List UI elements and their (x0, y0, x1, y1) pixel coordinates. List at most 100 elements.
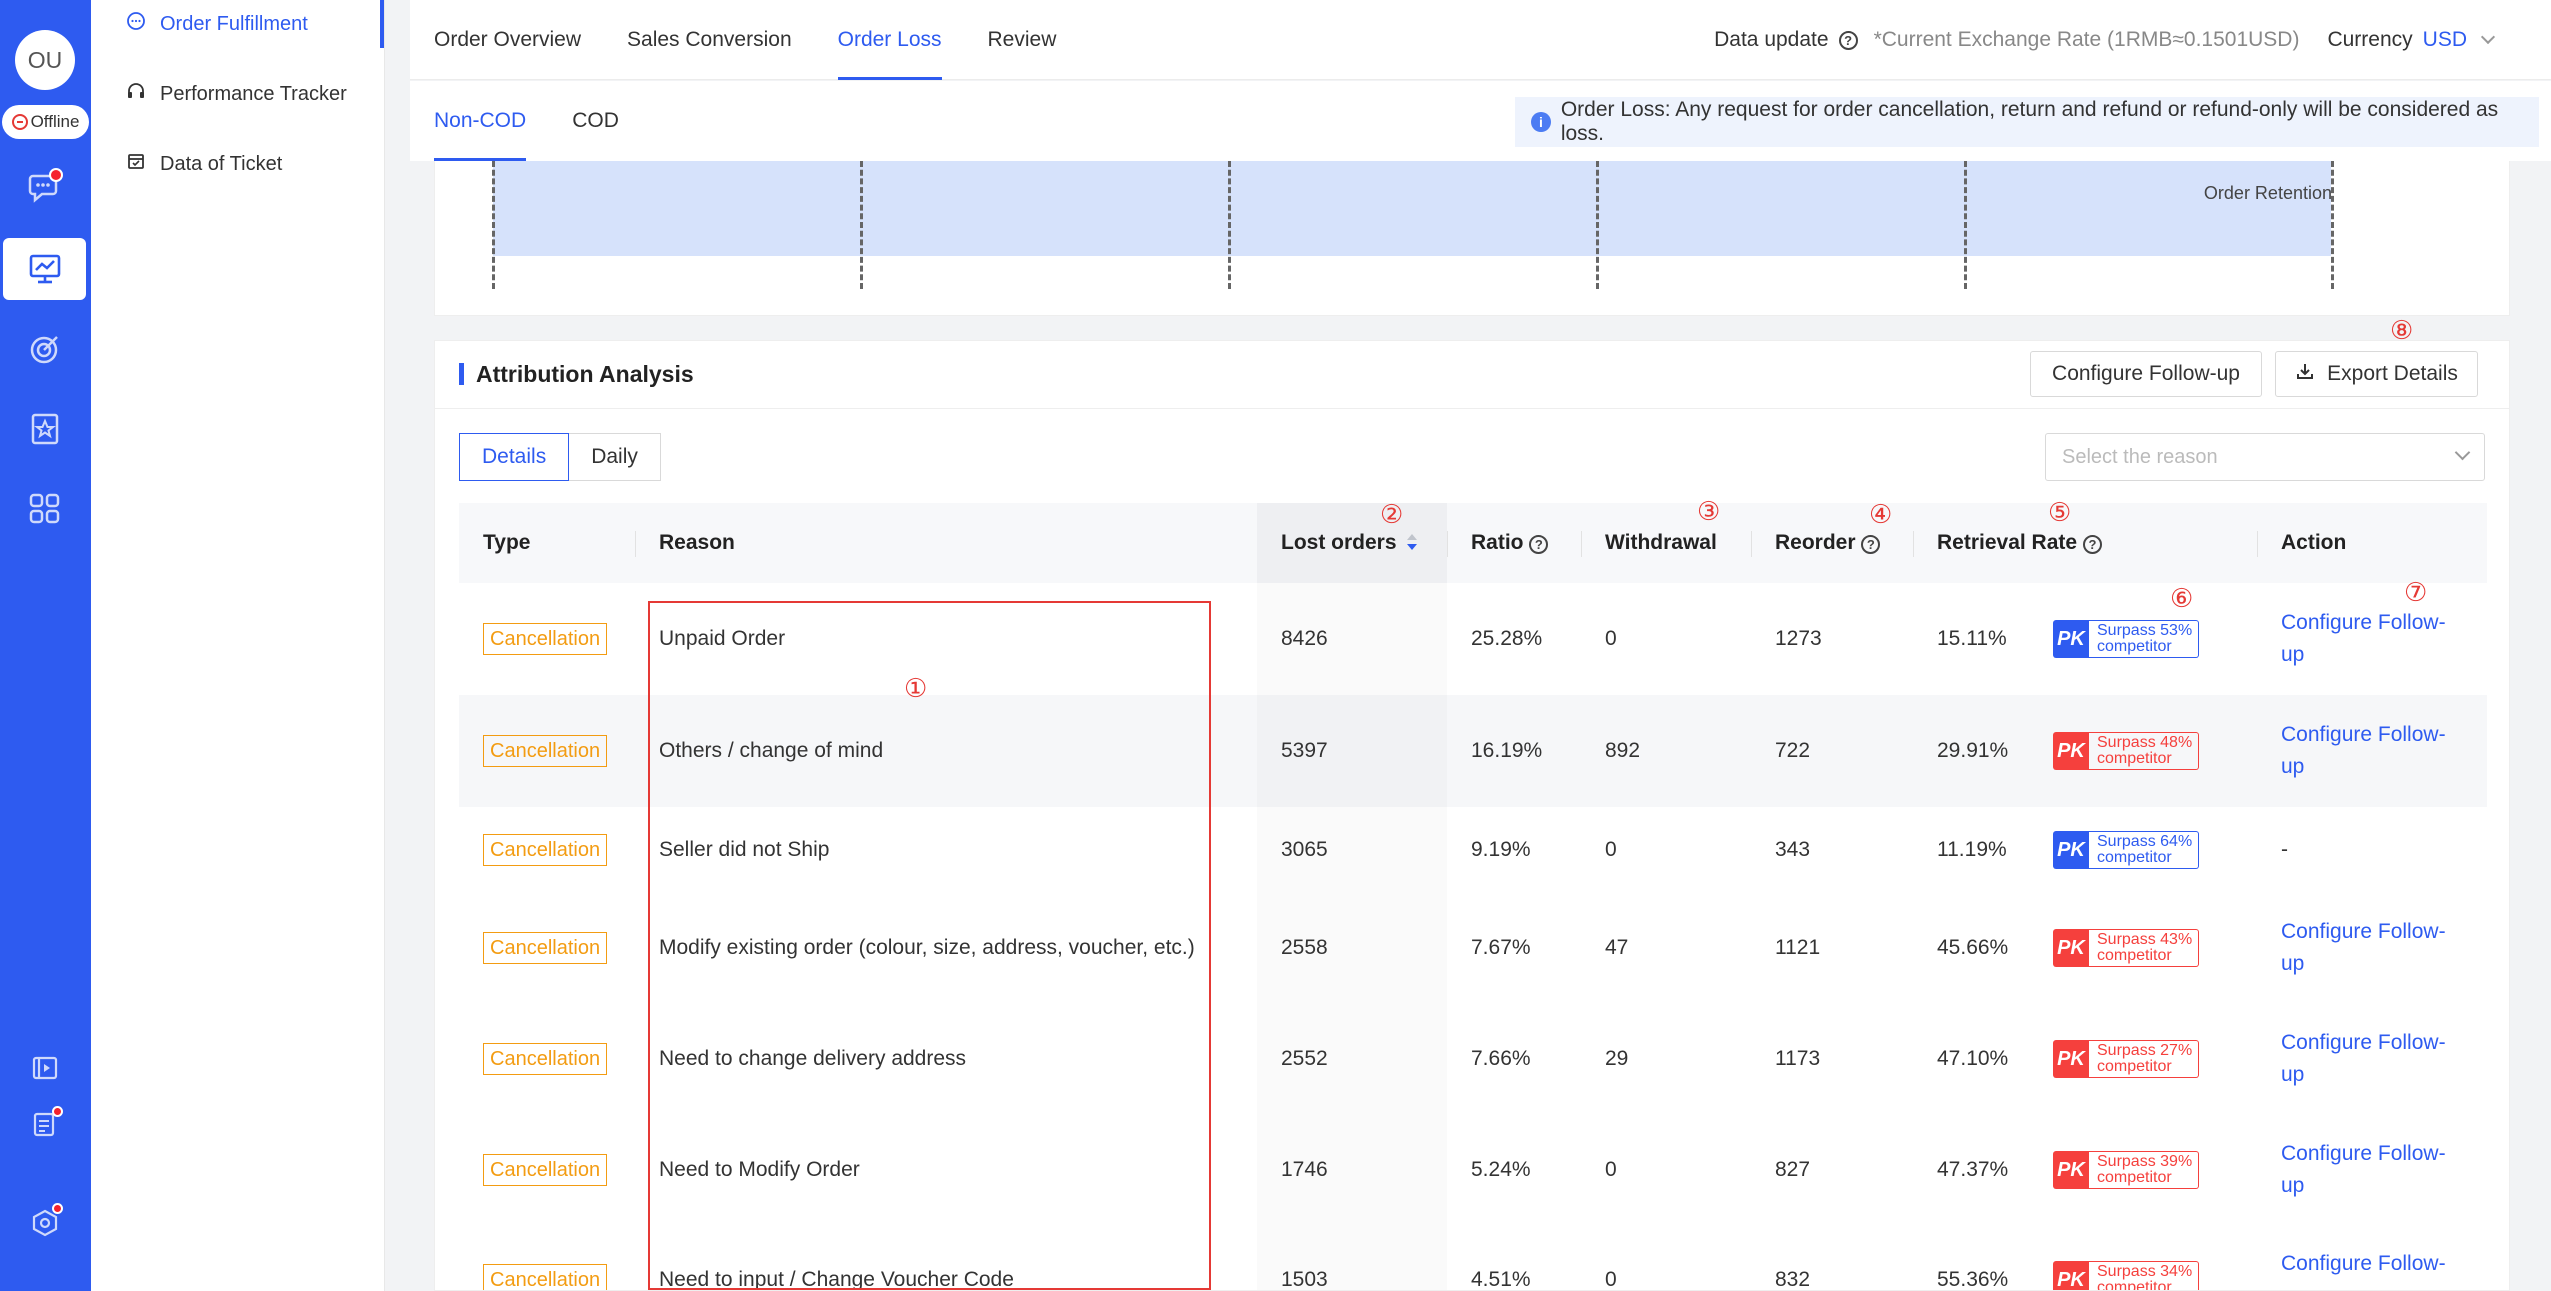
pk-badge[interactable]: PK Surpass 48% competitor (2053, 732, 2200, 770)
cell-withdrawal: 47 (1605, 936, 1629, 959)
button-label: Export Details (2327, 362, 2458, 385)
pk-icon: PK (2053, 1261, 2089, 1290)
pk-text: Surpass 53% competitor (2089, 620, 2200, 658)
sidebar-item-label: Data of Ticket (160, 152, 283, 175)
col-ratio: Ratio ? (1447, 503, 1581, 583)
cell-withdrawal: 0 (1605, 838, 1617, 861)
col-lost-orders[interactable]: Lost orders (1257, 503, 1447, 583)
target-icon[interactable] (25, 329, 65, 369)
chat-icon[interactable] (25, 168, 65, 208)
cell-type: Cancellation (459, 807, 635, 893)
status-badge[interactable]: Offline (2, 105, 89, 139)
divider (1228, 161, 1231, 289)
cell-action[interactable]: Configure Follow-up (2257, 1225, 2487, 1290)
highlight-box (648, 601, 1211, 1290)
configure-follow-up-link[interactable]: Configure Follow-up (2281, 916, 2461, 980)
tab-order-overview[interactable]: Order Overview (434, 0, 581, 80)
pk-icon: PK (2053, 732, 2089, 770)
configure-follow-up-link[interactable]: Configure Follow-up (2281, 607, 2461, 671)
cell-action[interactable]: Configure Follow-up (2257, 583, 2487, 695)
pk-badge[interactable]: PK Surpass 34% competitor (2053, 1261, 2200, 1290)
notification-dot (52, 1106, 63, 1117)
configure-follow-up-button[interactable]: Configure Follow-up (2030, 351, 2262, 397)
sort-icon[interactable] (1406, 534, 1417, 552)
pk-badge[interactable]: PK Surpass 53% competitor (2053, 620, 2200, 658)
sidebar-item-data-of-ticket[interactable]: Data of Ticket (126, 144, 282, 184)
cell-ratio: 5.24% (1471, 1158, 1531, 1181)
divider (2331, 161, 2334, 289)
divider (1596, 161, 1599, 289)
help-icon[interactable]: ? (1861, 535, 1881, 554)
configure-follow-up-link[interactable]: Configure Follow-up (2281, 1248, 2461, 1290)
apps-grid-icon[interactable] (25, 489, 65, 529)
configure-follow-up-link[interactable]: Configure Follow-up (2281, 1027, 2461, 1091)
col-label: Lost orders (1281, 531, 1397, 554)
notes-icon[interactable] (25, 1104, 65, 1144)
exchange-rate-text: *Current Exchange Rate (1RMB≈0.1501USD) (1873, 28, 2300, 51)
col-reason: Reason (635, 503, 1257, 583)
pk-line: competitor (2097, 750, 2172, 767)
video-play-icon[interactable] (25, 1048, 65, 1088)
pk-badge[interactable]: PK Surpass 27% competitor (2053, 1040, 2200, 1078)
tab-order-loss[interactable]: Order Loss (837, 0, 942, 80)
avatar[interactable]: OU (15, 30, 75, 90)
col-label: Reorder (1775, 531, 1856, 554)
pk-line: Surpass 48% (2097, 734, 2193, 751)
export-details-button[interactable]: Export Details (2275, 351, 2478, 397)
star-bookmark-icon[interactable] (25, 409, 65, 449)
pk-line: competitor (2097, 1058, 2172, 1075)
pk-badge[interactable]: PK Surpass 43% competitor (2053, 929, 2200, 967)
retrieval-value: 15.11% (1937, 627, 2007, 650)
configure-follow-up-link[interactable]: Configure Follow-up (2281, 719, 2461, 783)
notification-dot (49, 168, 63, 182)
pk-badge[interactable]: PK Surpass 39% competitor (2053, 1151, 2200, 1189)
cell-withdrawal: 0 (1605, 1158, 1617, 1181)
cell-action[interactable]: Configure Follow-up (2257, 1115, 2487, 1225)
sidebar-item-performance-tracker[interactable]: Performance Tracker (126, 74, 347, 114)
cell-retrieval-rate: 55.36% PK Surpass 34% competitor (1913, 1225, 2257, 1290)
cell-lost-orders: 1503 (1257, 1225, 1447, 1290)
cell-ratio: 16.19% (1447, 695, 1581, 807)
cell-lost-orders: 8426 (1257, 583, 1447, 695)
currency-select[interactable]: USD (2423, 28, 2467, 52)
cell-ratio: 9.19% (1471, 838, 1531, 861)
col-label: Retrieval Rate (1937, 531, 2078, 554)
pk-badge[interactable]: PK Surpass 64% competitor (2053, 831, 2200, 869)
view-toggle: Details Daily (459, 433, 661, 481)
dashboard-chart-icon[interactable] (25, 249, 65, 289)
notification-dot (52, 1203, 63, 1214)
cell-action[interactable]: Configure Follow-up (2257, 1003, 2487, 1115)
pk-text: Surpass 43% competitor (2089, 929, 2200, 967)
sidebar-item-order-fulfillment[interactable]: Order Fulfillment (126, 4, 308, 44)
tab-sales-conversion[interactable]: Sales Conversion (627, 0, 792, 80)
cell-retrieval-rate: 47.37% PK Surpass 39% competitor (1913, 1115, 2257, 1225)
help-icon[interactable]: ? (1529, 535, 1549, 554)
retrieval-value: 29.91% (1937, 739, 2009, 762)
cell-retrieval-rate: 15.11% PK Surpass 53% competitor (1913, 583, 2257, 695)
pk-line: Surpass 27% (2097, 1042, 2193, 1059)
tab-non-cod[interactable]: Non-COD (434, 81, 527, 161)
cell-action[interactable]: Configure Follow-up (2257, 695, 2487, 807)
download-icon (2295, 361, 2315, 387)
tab-cod[interactable]: COD (572, 81, 619, 161)
settings-hex-icon[interactable] (25, 1203, 65, 1243)
cell-action[interactable]: Configure Follow-up (2257, 893, 2487, 1003)
toggle-daily[interactable]: Daily (569, 433, 661, 481)
tab-review[interactable]: Review (988, 0, 1057, 80)
pk-line: competitor (2097, 1169, 2172, 1186)
retrieval-value: 47.37% (1937, 1158, 2009, 1181)
top-tab-bar: Order Overview Sales Conversion Order Lo… (410, 0, 2551, 80)
funnel-strip: Order Retention (434, 161, 2510, 316)
pk-text: Surpass 27% competitor (2089, 1040, 2200, 1078)
divider (492, 161, 495, 289)
configure-follow-up-link[interactable]: Configure Follow-up (2281, 1138, 2461, 1202)
cell-type: Cancellation (459, 1225, 635, 1290)
cell-lost-orders: 1746 (1257, 1115, 1447, 1225)
cell-type: Cancellation (459, 893, 635, 1003)
help-icon[interactable]: ? (2082, 535, 2102, 554)
reason-select[interactable]: Select the reason (2045, 433, 2485, 481)
annotation-marker: ⑦ (2404, 578, 2428, 608)
toggle-details[interactable]: Details (459, 433, 570, 481)
chevron-down-icon[interactable] (2480, 29, 2496, 45)
help-icon[interactable]: ? (1838, 30, 1858, 50)
